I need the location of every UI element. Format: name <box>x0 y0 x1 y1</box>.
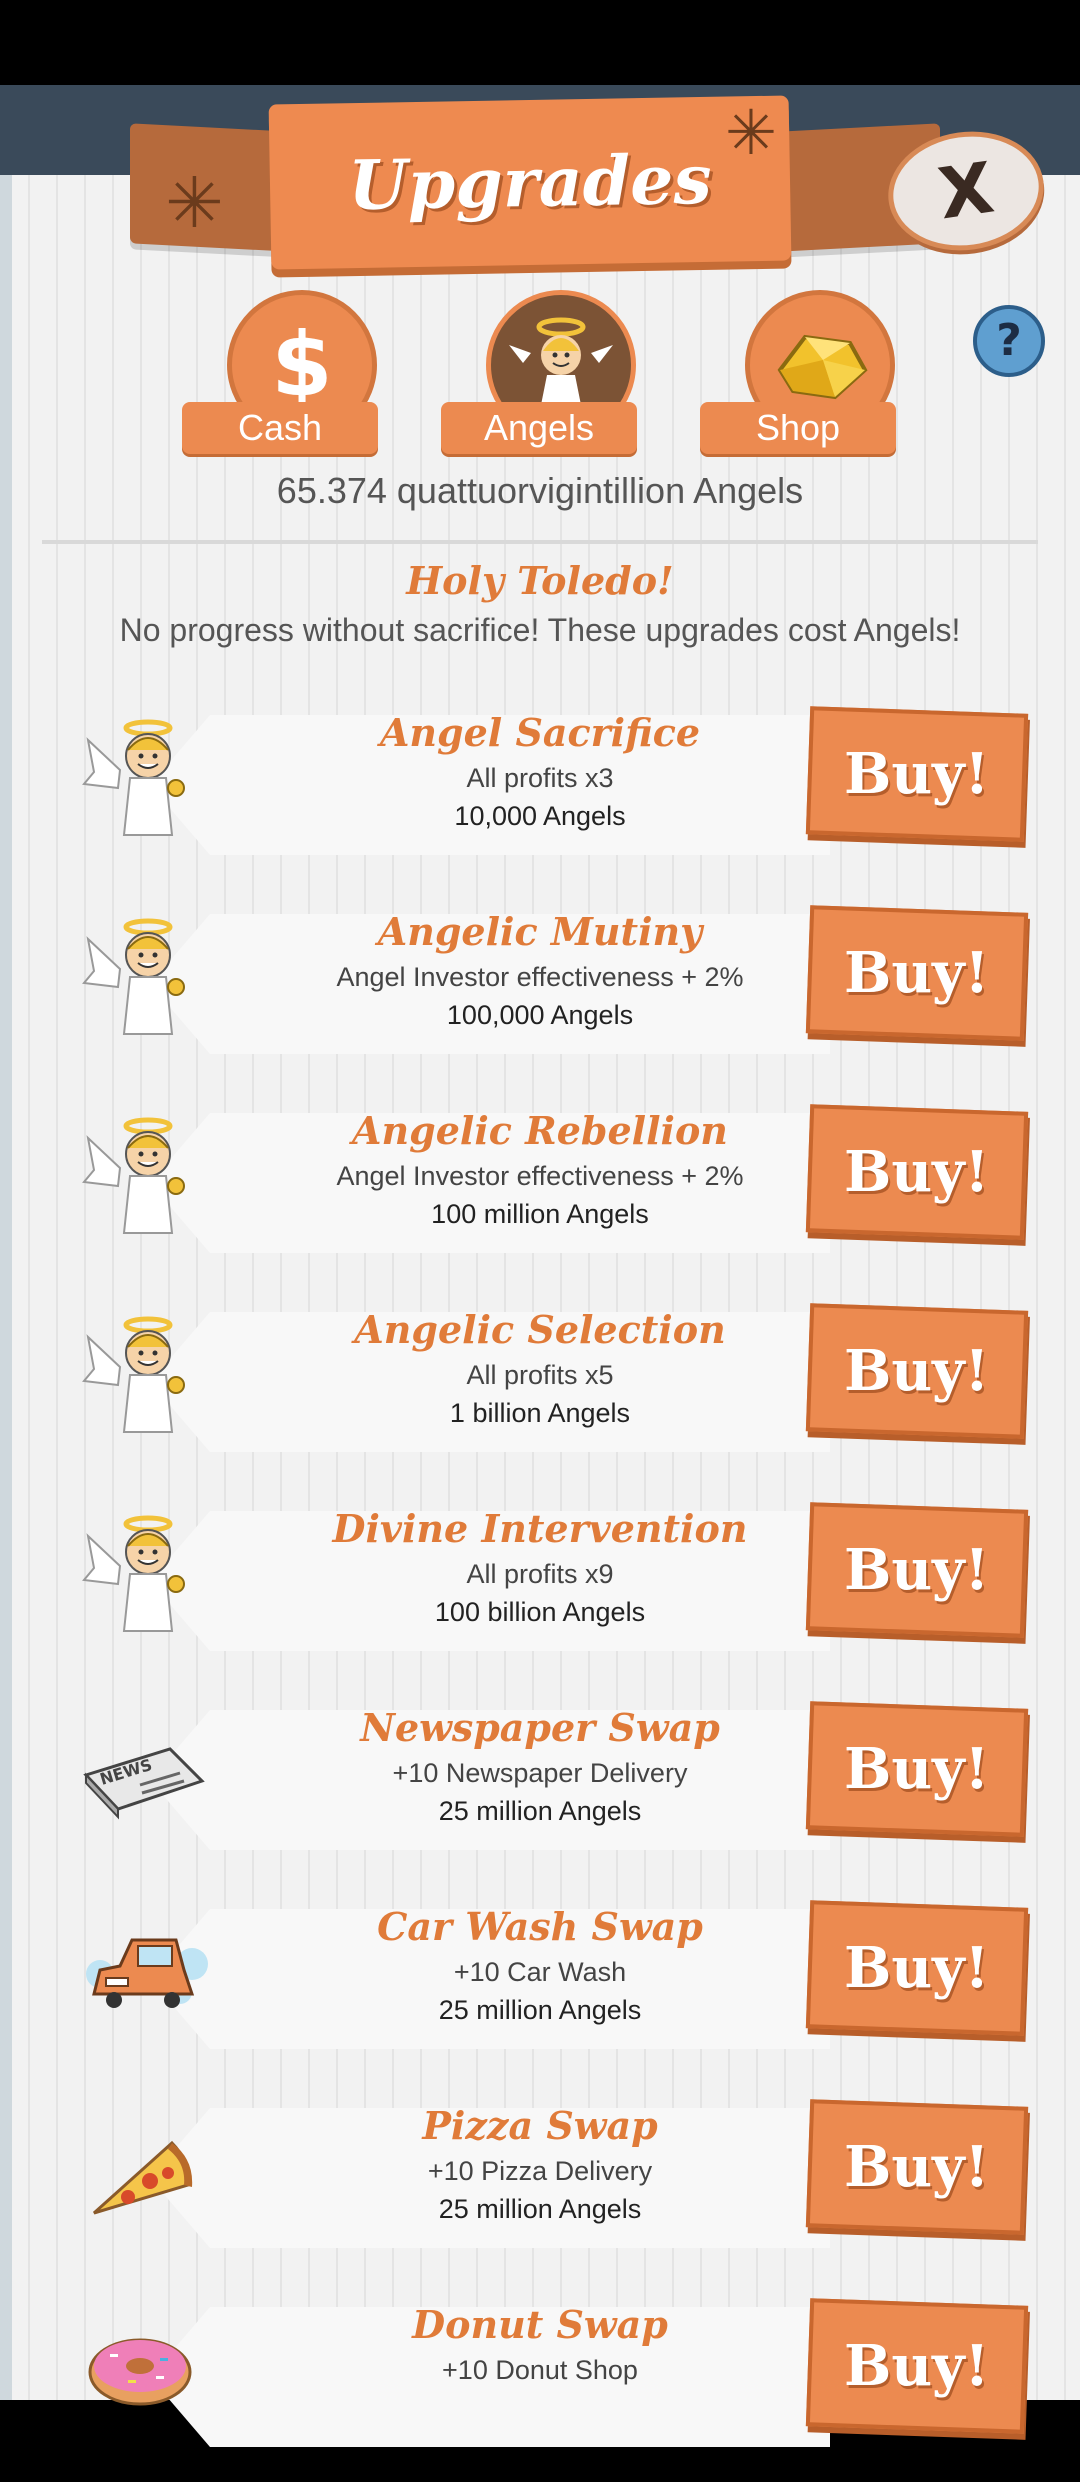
buy-button[interactable]: Buy! <box>805 2298 1029 2434</box>
page-title: Upgrades <box>347 139 713 226</box>
tab-shop[interactable]: Shop <box>700 290 900 460</box>
upgrade-effect: All profits x3 <box>466 763 614 793</box>
upgrade-cost: 10,000 Angels <box>454 801 626 831</box>
angel-icon <box>80 1307 210 1437</box>
starburst-icon: ✳ <box>165 162 224 244</box>
buy-button[interactable]: Buy! <box>805 706 1029 842</box>
upgrade-effect: +10 Pizza Delivery <box>427 2156 653 2186</box>
buy-button-label: Buy! <box>844 1536 990 1603</box>
help-button[interactable]: ? <box>973 305 1045 377</box>
pizza-icon <box>80 2103 210 2233</box>
upgrade-effect: +10 Car Wash <box>453 1957 627 1987</box>
upgrade-cost: 100 million Angels <box>431 1199 649 1229</box>
upgrade-name: Donut Swap <box>412 2302 668 2347</box>
section-subtitle: No progress without sacrifice! These upg… <box>119 612 961 648</box>
tab-cash[interactable]: $ Cash <box>182 290 382 460</box>
buy-button[interactable]: Buy! <box>805 1900 1029 2036</box>
buy-button-label: Buy! <box>844 1337 990 1404</box>
upgrade-cost: 25 million Angels <box>438 2194 642 2224</box>
newspaper-icon: NEWS <box>80 1705 210 1835</box>
upgrade-cost: 25 million Angels <box>438 1995 642 2025</box>
upgrade-row: Pizza Swap +10 Pizza Delivery 25 million A… <box>0 2083 1080 2283</box>
upgrade-effect: All profits x9 <box>466 1559 614 1589</box>
donut-icon <box>80 2302 210 2432</box>
upgrade-row: Donut Swap +10 Donut Shop Buy! <box>0 2282 1080 2482</box>
upgrade-row: Car Wash Swap +10 Car Wash 25 million Ange… <box>0 1884 1080 2084</box>
tab-angels[interactable]: Angels <box>441 290 641 460</box>
buy-button[interactable]: Buy! <box>805 1701 1029 1837</box>
buy-button[interactable]: Buy! <box>805 905 1029 1041</box>
tab-cash-label: Cash <box>182 402 378 454</box>
upgrade-row: Divine Intervention All profits x9 100 bil… <box>0 1486 1080 1686</box>
angel-icon <box>80 909 210 1039</box>
buy-button[interactable]: Buy! <box>805 1104 1029 1240</box>
upgrade-row: Angelic Mutiny Angel Investor effectivene… <box>0 889 1080 1089</box>
upgrade-cost: 25 million Angels <box>438 1796 642 1826</box>
tab-angels-label: Angels <box>441 402 637 454</box>
divider <box>42 540 1038 544</box>
upgrade-name: Angelic Selection <box>354 1307 726 1352</box>
upgrade-effect: Angel Investor effectiveness + 2% <box>336 962 744 992</box>
section-title: Holy Toledo! <box>406 558 674 603</box>
buy-button-label: Buy! <box>844 939 990 1006</box>
upgrade-row: Angelic Selection All profits x5 1 billion… <box>0 1287 1080 1487</box>
buy-button-label: Buy! <box>844 1735 990 1802</box>
upgrade-name: Angel Sacrifice <box>379 710 701 755</box>
close-icon: X <box>933 146 999 236</box>
upgrade-cost: 100 billion Angels <box>434 1597 646 1627</box>
buy-button[interactable]: Buy! <box>805 1303 1029 1439</box>
upgrade-effect: Angel Investor effectiveness + 2% <box>336 1161 744 1191</box>
buy-button[interactable]: Buy! <box>805 1502 1029 1638</box>
upgrade-name: Angelic Mutiny <box>377 909 703 954</box>
upgrade-name: Newspaper Swap <box>360 1705 720 1750</box>
upgrade-name: Angelic Rebellion <box>352 1108 728 1153</box>
title-plate: Upgrades <box>268 95 792 270</box>
buy-button-label: Buy! <box>844 2332 990 2399</box>
angel-icon <box>80 1108 210 1238</box>
starburst-icon: ✳ <box>725 96 777 169</box>
buy-button-label: Buy! <box>844 740 990 807</box>
tab-shop-label: Shop <box>700 402 896 454</box>
upgrade-effect: +10 Donut Shop <box>442 2355 638 2385</box>
upgrade-cost: 1 billion Angels <box>449 1398 631 1428</box>
upgrade-name: Divine Intervention <box>332 1506 748 1551</box>
upgrade-name: Pizza Swap <box>422 2103 658 2148</box>
upgrade-row: Angelic Rebellion Angel Investor effectiv… <box>0 1088 1080 1288</box>
car-icon <box>80 1904 210 2034</box>
upgrade-effect: All profits x5 <box>466 1360 614 1390</box>
buy-button-label: Buy! <box>844 1138 990 1205</box>
upgrade-row: Angel Sacrifice All profits x3 10,000 Ange… <box>0 690 1080 890</box>
buy-button[interactable]: Buy! <box>805 2099 1029 2235</box>
upgrade-row: NEWS Newspaper Swap +10 Newspaper Deliver… <box>0 1685 1080 1885</box>
buy-button-label: Buy! <box>844 1934 990 2001</box>
angel-balance: 65.374 quattuorvigintillion Angels <box>276 470 804 511</box>
upgrade-cost: 100,000 Angels <box>446 1000 634 1030</box>
angel-icon <box>80 1506 210 1636</box>
buy-button-label: Buy! <box>844 2133 990 2200</box>
angel-icon <box>80 710 210 840</box>
help-icon: ? <box>996 315 1022 366</box>
upgrade-name: Car Wash Swap <box>377 1904 703 1949</box>
upgrade-effect: +10 Newspaper Delivery <box>392 1758 688 1788</box>
